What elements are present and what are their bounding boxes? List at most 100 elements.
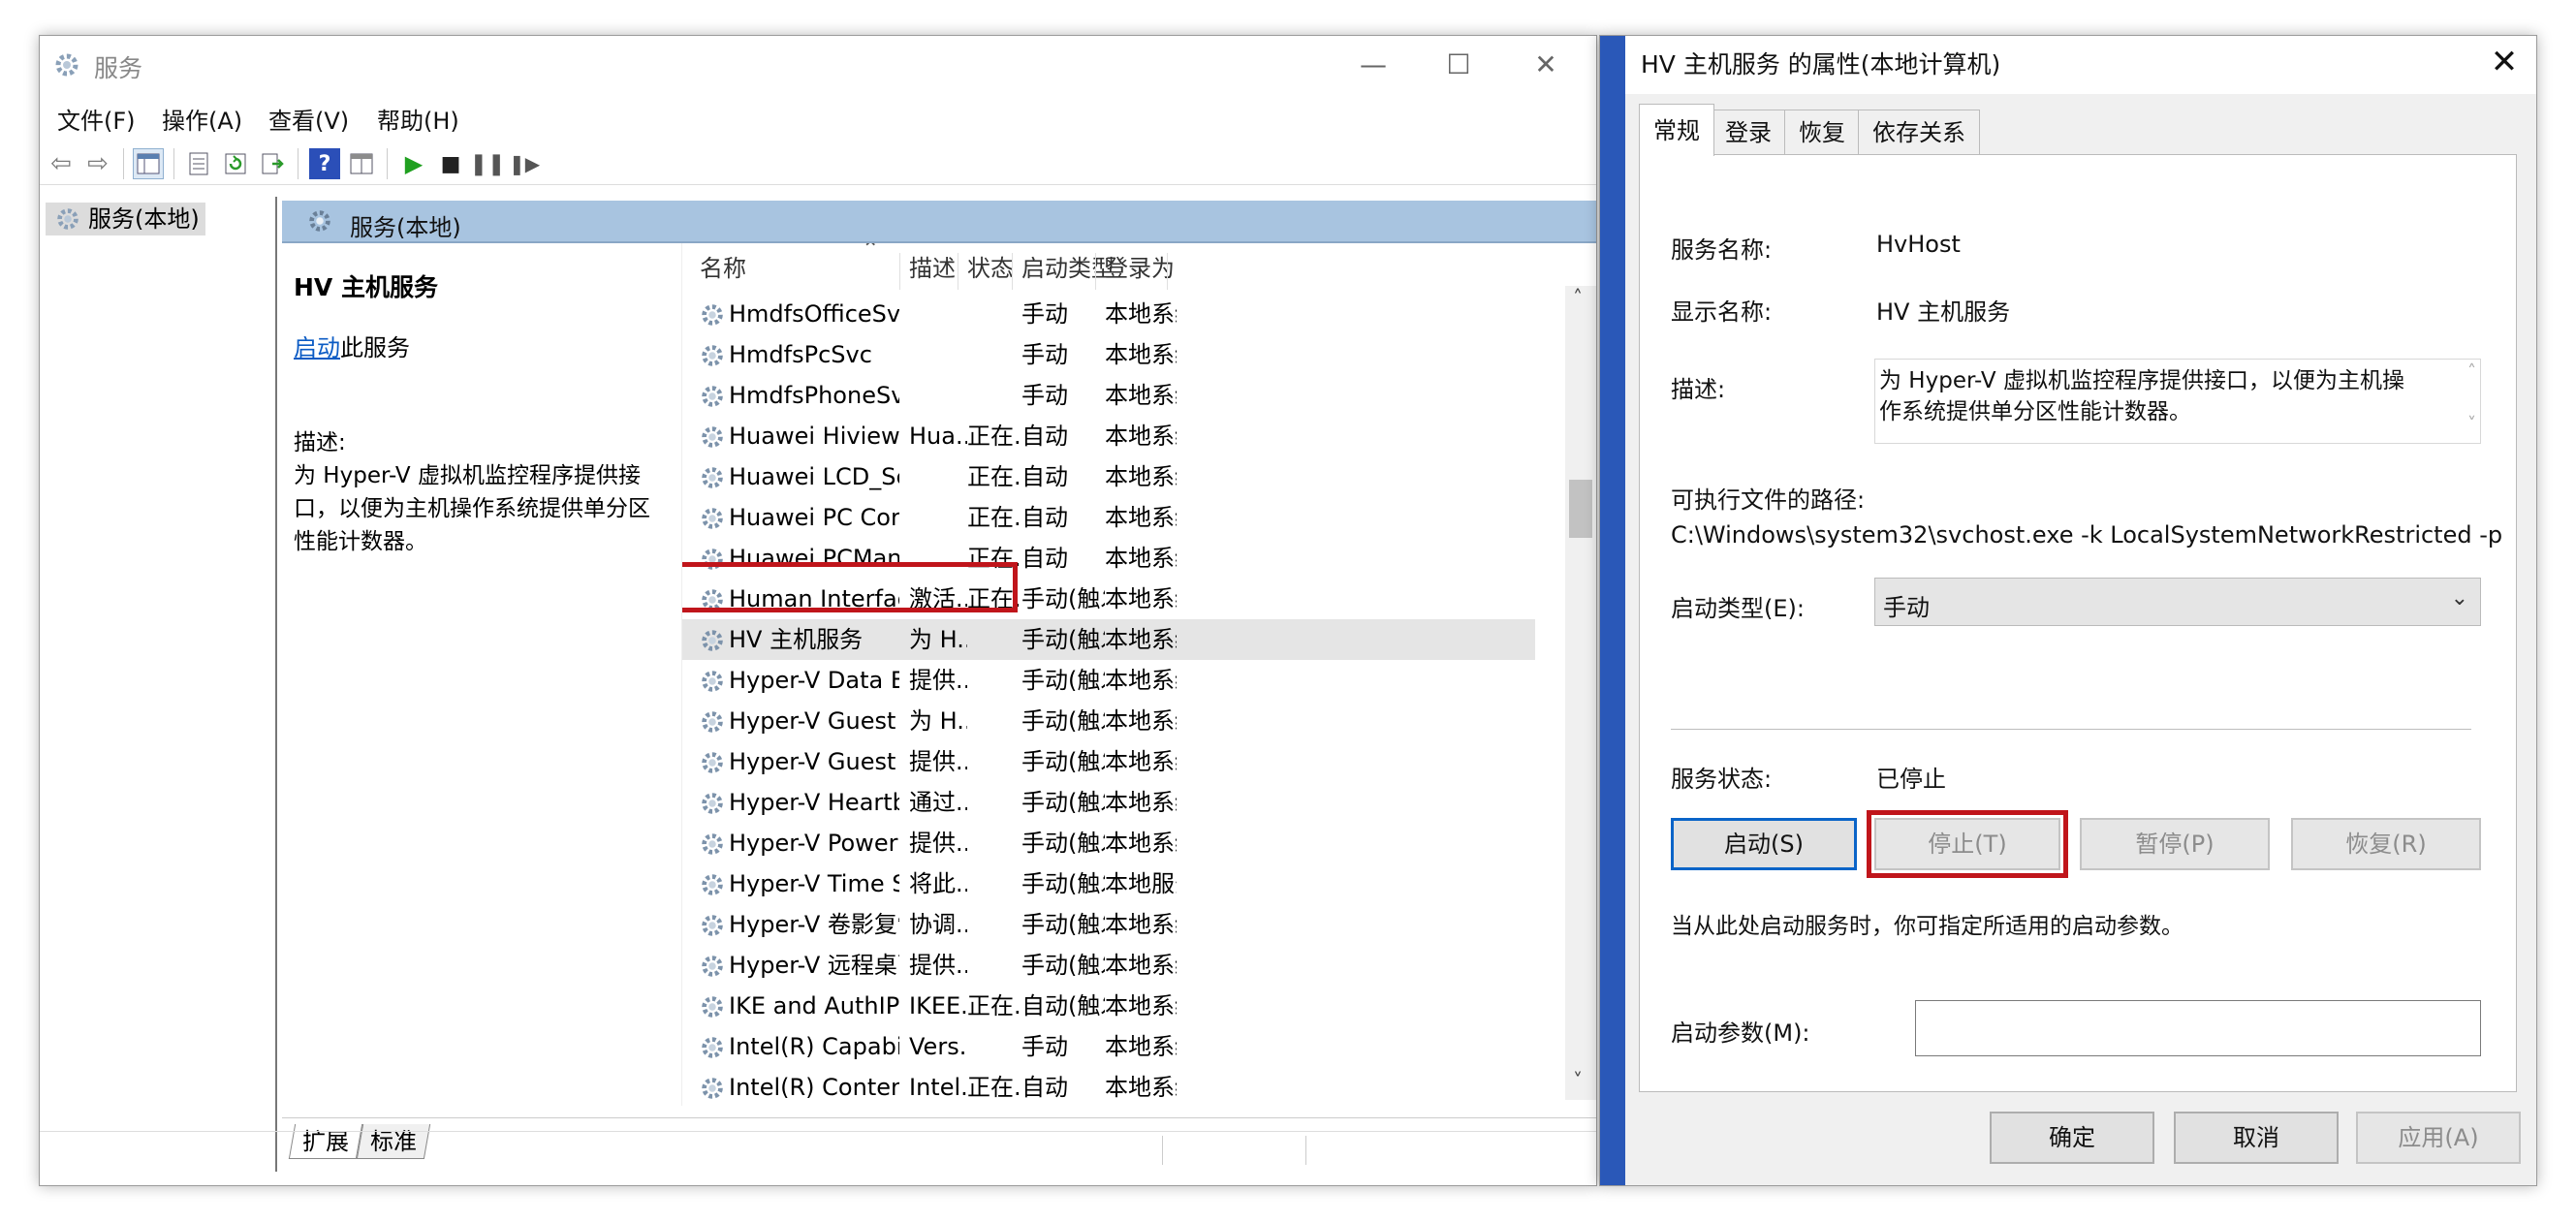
scroll-down-icon[interactable]: ˅ — [1573, 1069, 1583, 1092]
table-row[interactable]: Intel(R) Content Protectio... Intel...正在.… — [682, 1067, 1535, 1106]
cell-startup: 手动(触发... — [1021, 870, 1105, 897]
tab-dependencies[interactable]: 依存关系 — [1858, 110, 1980, 154]
status-bar — [40, 1131, 1596, 1170]
column-header-name[interactable]: 名称 — [700, 243, 746, 294]
cell-name: HmdfsPhoneSvc — [729, 382, 899, 409]
cell-name: Hyper-V Time Synchroniz... — [729, 870, 899, 897]
scroll-up-icon[interactable]: ˄ — [1573, 286, 1583, 309]
stop-icon[interactable]: ■ — [435, 148, 466, 179]
column-header-logon-as[interactable]: 登录为 — [1105, 243, 1175, 294]
table-row[interactable]: HmdfsPcSvc 手动 本地系统 — [682, 334, 1535, 375]
pause-button[interactable]: 暂停(P) — [2080, 818, 2270, 870]
cell-startup: 自动 — [1021, 1074, 1068, 1101]
play-icon[interactable]: ▶ — [398, 148, 429, 179]
table-row[interactable]: Hyper-V PowerShell Dire... 提供... 手动(触发...本… — [682, 823, 1535, 863]
menu-help[interactable]: 帮助(H) — [377, 102, 459, 136]
scrollbar-thumb[interactable] — [1569, 480, 1592, 538]
menu-file[interactable]: 文件(F) — [57, 102, 136, 136]
table-row[interactable]: Hyper-V Time Synchroniz... 将此... 手动(触发...本… — [682, 863, 1535, 904]
results-header: 服务(本地) — [282, 201, 1596, 243]
properties-icon[interactable] — [183, 148, 214, 179]
table-row[interactable]: Huawei LCD_Service 正在...自动 本地系统 — [682, 456, 1535, 497]
maximize-button[interactable]: ☐ — [1431, 44, 1486, 86]
cell-desc: Hua... — [909, 423, 967, 450]
cell-logon: 本地系统 — [1105, 300, 1177, 328]
table-row[interactable]: HmdfsPhoneSvc 手动 本地系统 — [682, 375, 1535, 416]
export-list-icon[interactable] — [257, 148, 288, 179]
properties-dialog: HV 主机服务 的属性(本地计算机) ✕ 常规 登录 恢复 依存关系 服务名称:… — [1599, 35, 2537, 1186]
cell-logon: 本地系统 — [1105, 1074, 1177, 1101]
startup-type-select[interactable]: 手动 ⌄ — [1874, 578, 2481, 626]
ok-button[interactable]: 确定 — [1990, 1112, 2154, 1164]
help-icon[interactable]: ? — [309, 148, 340, 179]
table-row[interactable]: Hyper-V Heartbeat Service 通过... 手动(触发...本地… — [682, 782, 1535, 823]
column-header-description[interactable]: 描述 — [909, 243, 956, 294]
table-row[interactable]: Huawei Hiview Windows ... Hua...正在...自动 本地… — [682, 416, 1535, 456]
close-button[interactable]: ✕ — [1519, 44, 1573, 86]
gear-icon — [702, 915, 723, 936]
cell-startup: 手动(触发... — [1021, 585, 1105, 612]
cell-desc: 为 H... — [909, 626, 967, 653]
table-row[interactable]: HV 主机服务 为 H... 手动(触发...本地系统 — [682, 619, 1535, 660]
gear-icon — [309, 210, 330, 232]
scroll-up-icon[interactable]: ˄ — [2467, 361, 2476, 382]
table-row[interactable]: Huawei PC Core Service 正在...自动 本地系统 — [682, 497, 1535, 538]
cell-name: HmdfsOfficeSvc — [729, 300, 899, 328]
cell-startup: 自动 — [1021, 463, 1068, 490]
scroll-down-icon[interactable]: ˅ — [2467, 414, 2476, 434]
cell-logon: 本地系统 — [1105, 830, 1177, 857]
gear-icon — [702, 508, 723, 529]
forward-icon[interactable]: ⇨ — [82, 148, 113, 179]
tab-logon[interactable]: 登录 — [1711, 110, 1786, 154]
start-service-link[interactable]: 启动 — [294, 334, 340, 361]
cell-startup: 自动 — [1021, 545, 1068, 572]
tab-general[interactable]: 常规 — [1639, 104, 1714, 156]
cell-logon: 本地系统 — [1105, 463, 1177, 490]
vertical-scrollbar[interactable]: ˄ ˅ — [1565, 286, 1596, 1100]
console-tree-icon[interactable] — [133, 148, 164, 179]
menu-view[interactable]: 查看(V) — [268, 102, 349, 136]
description-label: 描述: — [1671, 376, 1726, 403]
description-box[interactable]: 为 Hyper-V 虚拟机监控程序提供接口，以便为主机操 作系统提供单分区性能计… — [1874, 359, 2481, 444]
apply-button[interactable]: 应用(A) — [2356, 1112, 2521, 1164]
start-button[interactable]: 启动(S) — [1671, 818, 1857, 870]
cancel-button[interactable]: 取消 — [2174, 1112, 2339, 1164]
resume-button[interactable]: 恢复(R) — [2291, 818, 2481, 870]
pause-icon[interactable]: ❚❚ — [470, 148, 506, 179]
column-header-status[interactable]: 状态 — [967, 243, 1014, 294]
back-icon[interactable]: ⇦ — [46, 148, 77, 179]
table-row[interactable]: Intel(R) Capability Licensi... Vers... 手动 本… — [682, 1026, 1535, 1067]
tree-item-services-local[interactable]: 服务(本地) — [46, 203, 205, 235]
cell-status: 正在... — [967, 992, 1021, 1019]
cell-startup: 自动(触发... — [1021, 992, 1105, 1019]
cell-startup: 手动(触发... — [1021, 626, 1105, 653]
restart-icon[interactable]: ❚▶ — [509, 148, 540, 179]
tab-recovery[interactable]: 恢复 — [1784, 110, 1860, 154]
cell-name: Intel(R) Capability Licensi... — [729, 1033, 899, 1060]
detail-desc-line1: 为 Hyper-V 虚拟机监控程序提供接 — [294, 463, 641, 488]
table-row[interactable]: Hyper-V 卷影复制请求程序协调... 手动(触发...本地系统 — [682, 904, 1535, 945]
chevron-down-icon: ⌄ — [2450, 586, 2468, 611]
refresh-icon[interactable] — [220, 148, 251, 179]
cell-logon: 本地系统 — [1105, 382, 1177, 409]
table-row[interactable]: Hyper-V Data Exchange ... 提供... 手动(触发...本地… — [682, 660, 1535, 701]
start-params-hint: 当从此处启动服务时，你可指定所适用的启动参数。 — [1671, 914, 2183, 939]
cell-logon: 本地系统 — [1105, 341, 1177, 368]
start-params-input[interactable] — [1915, 1000, 2481, 1056]
column-header-startup-type[interactable]: 启动类型 — [1021, 243, 1115, 294]
table-row[interactable]: HmdfsOfficeSvc 手动 本地系统 — [682, 294, 1535, 334]
menu-action[interactable]: 操作(A) — [162, 102, 242, 136]
detail-service-name: HV 主机服务 — [294, 273, 438, 301]
cell-startup: 手动(触发... — [1021, 707, 1105, 735]
table-row[interactable]: Hyper-V Guest Shutdown... 提供... 手动(触发...本地… — [682, 741, 1535, 782]
services-list: 名称 ⌃ 描述 状态 启动类型 登录为 HmdfsOfficeSvc手动本地系统… — [681, 243, 1596, 1106]
table-row[interactable]: Hyper-V Guest Service In... 为 H... 手动(触发..… — [682, 701, 1535, 741]
blue-side-strip — [1600, 36, 1625, 1185]
table-row[interactable]: Hyper-V 远程桌面虚拟化... 提供... 手动(触发...本地系统 — [682, 945, 1535, 986]
show-hide-icon[interactable] — [346, 148, 377, 179]
minimize-button[interactable]: — — [1346, 44, 1400, 86]
cell-startup: 自动 — [1021, 423, 1068, 450]
dialog-close-icon[interactable]: ✕ — [2480, 38, 2529, 86]
table-row[interactable]: IKE and AuthIP IPsec Key... IKEE...正在...自… — [682, 986, 1535, 1026]
cell-name: Hyper-V 卷影复制请求程序 — [729, 911, 899, 938]
